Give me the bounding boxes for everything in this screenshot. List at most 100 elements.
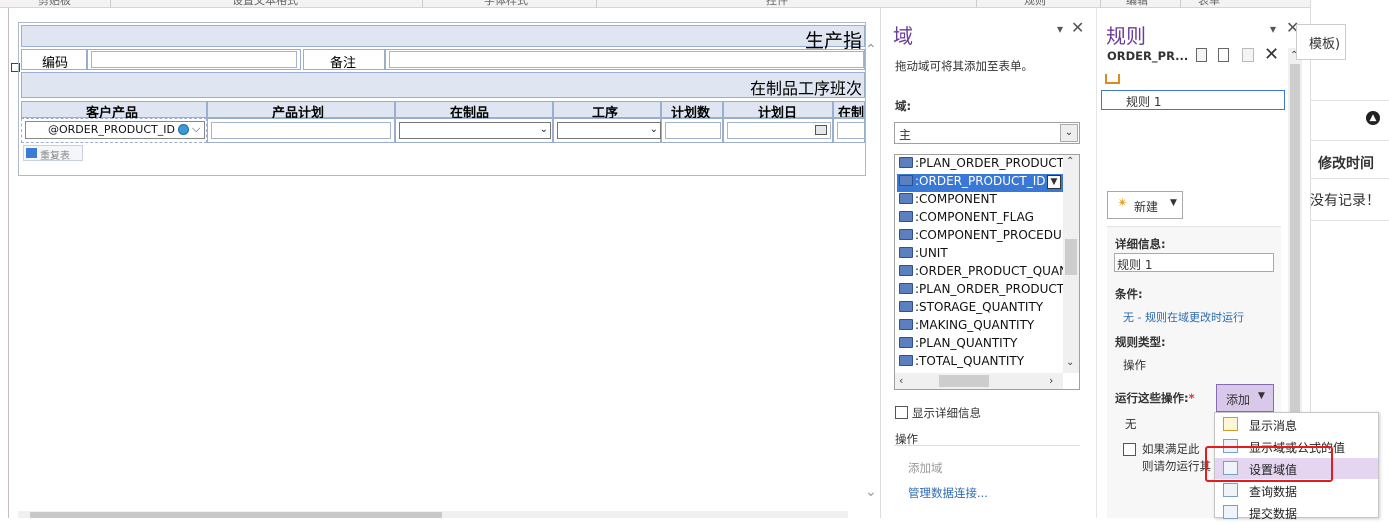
field-icon [899,211,913,222]
paste-rule-icon[interactable] [1218,48,1229,62]
wip-cell: ⌄ [395,118,553,143]
field-item[interactable]: :TOTAL_QUANTITY [899,354,1067,372]
chevron-down-icon[interactable]: ⌄ [865,484,877,500]
divider [894,445,1080,446]
dropdown-arrow-icon[interactable]: ▼ [1047,175,1061,189]
column-header-customer-product: 客户产品 [21,101,207,121]
rule-type-label: 规则类型: [1115,335,1166,349]
order-product-select[interactable]: @ORDER_PRODUCT_ID ⌵ [25,121,205,139]
field-list: :PLAN_ORDER_PRODUCT :ORDER_PRODUCT_ID ▼ :… [894,154,1080,390]
field-icon [899,175,913,186]
field-item[interactable]: :COMPONENT_FLAG [899,210,1067,228]
no-actions-text: 无 [1125,417,1137,431]
chevron-down-icon[interactable]: ⌄ [1066,357,1074,368]
ribbon-group-rules[interactable]: 规则 [1024,0,1046,7]
form-layout-table: 生产指 编码 备注 在制品工序班次 客户产品 产品计划 在制品 工序 计划数 计… [18,22,866,176]
copy-rule-icon[interactable] [1196,48,1207,62]
add-action-button[interactable]: 添加 ▼ [1216,384,1274,412]
pane-options-icon[interactable]: ▾ [1057,22,1063,36]
condition-label: 条件: [1115,287,1143,301]
add-field-link[interactable]: 添加域 [908,460,943,476]
ribbon-group-controls[interactable]: 控件 [766,0,788,7]
close-icon[interactable]: ✕ [1071,18,1084,37]
column-header-plan-date: 计划日 [723,101,833,121]
rule-list-item[interactable]: 规则 1 [1101,90,1285,110]
rule-name: 规则 1 [1126,95,1162,109]
scrollbar-thumb[interactable] [1065,239,1077,275]
ribbon-group-text-format[interactable]: 设置文本格式 [232,0,298,7]
chevron-right-icon[interactable]: › [1049,374,1053,387]
sparkle-icon: ✴ [1117,196,1128,211]
arrow-up-icon[interactable]: ▲ [1366,111,1380,125]
scrollbar-thumb[interactable] [30,512,442,518]
template-label: 模板) [1309,37,1341,52]
code-label: 编码 [42,56,69,71]
ribbon-group-edit[interactable]: 编辑 [1126,0,1148,7]
paste-disabled-icon[interactable] [1242,48,1254,62]
show-details-label: 显示详细信息 [912,406,981,420]
condition-link[interactable]: 无 - 规则在域更改时运行 [1123,309,1244,325]
new-rule-button[interactable]: ✴ 新建 ▼ [1107,191,1183,219]
field-item[interactable]: :ORDER_PRODUCT_QUAN [899,264,1067,282]
delete-rule-icon[interactable]: ✕ [1264,44,1279,65]
wip2-input[interactable] [837,122,864,139]
plan-date-picker[interactable] [727,122,831,139]
field-icon [899,265,913,276]
chevron-up-icon[interactable]: ⌃ [1066,156,1074,167]
field-source-select[interactable]: 主 ⌄ [894,122,1080,144]
scrollbar-thumb[interactable] [939,375,989,387]
menu-item-submit-data[interactable]: 提交数据 [1215,502,1378,523]
query-data-icon [1223,483,1238,497]
divider [1310,100,1389,101]
code-input[interactable] [91,51,297,68]
template-button[interactable]: 模板) [1296,24,1346,60]
menu-item-query-data[interactable]: 查询数据 [1215,480,1378,501]
process-select[interactable]: ⌄ [557,122,661,139]
plan-count-input[interactable] [665,122,721,139]
chevron-down-icon[interactable]: ⌵ [192,122,200,136]
note-input[interactable] [389,51,864,68]
plan-count-cell [661,118,723,143]
field-icon [899,355,913,366]
calendar-icon[interactable] [815,125,827,135]
chevron-left-icon[interactable]: ‹ [899,374,903,387]
field-item[interactable]: :PLAN_ORDER_PRODUCT [899,282,1067,300]
new-rule-label: 新建 [1134,200,1159,214]
repeating-table-tab[interactable]: 重复表 [23,145,83,162]
field-item[interactable]: :COMPONENT_PROCEDU [899,228,1067,246]
ribbon-group-form[interactable]: 表单 [1198,0,1220,7]
menu-item-show-message[interactable]: 显示消息 [1215,414,1378,435]
field-binding-icon [178,124,189,135]
manage-data-connections-link[interactable]: 管理数据连接... [908,485,988,501]
field-item[interactable]: :MAKING_QUANTITY [899,318,1067,336]
chevron-down-icon[interactable]: ⌄ [1060,124,1078,142]
divider [1310,220,1389,221]
field-item[interactable]: :PLAN_QUANTITY [899,336,1067,354]
column-header-plan-count: 计划数 [661,101,723,121]
field-icon [899,337,913,348]
field-item[interactable]: :PLAN_ORDER_PRODUCT [899,156,1067,174]
show-details-checkbox[interactable] [895,406,908,419]
field-item[interactable]: :STORAGE_QUANTITY [899,300,1067,318]
run-actions-label: 运行这些操作:* [1115,391,1195,405]
fields-pane-title: 域 [893,24,913,48]
field-icon [899,157,913,168]
field-source-label: 域: [895,99,912,113]
rule-name-input[interactable]: 规则 1 [1114,253,1274,272]
submit-data-icon [1223,505,1238,519]
ribbon-group-font-style[interactable]: 字体样式 [484,0,528,7]
customer-product-cell: @ORDER_PRODUCT_ID ⌵ [21,118,207,143]
section-title: 在制品工序班次 [749,79,862,98]
stop-rules-label-1: 如果满足此 [1142,442,1200,456]
field-item[interactable]: :COMPONENT [899,192,1067,210]
field-icon [899,301,913,312]
chevron-up-icon[interactable]: ⌃ [865,42,877,58]
pane-options-icon[interactable]: ▾ [1270,22,1276,36]
wip-select[interactable]: ⌄ [399,122,551,139]
product-plan-input[interactable] [211,122,391,139]
ribbon-group-clipboard[interactable]: 剪贴板 [38,0,71,7]
divider [1310,140,1389,141]
field-item-selected[interactable]: :ORDER_PRODUCT_ID ▼ [897,174,1063,192]
stop-rules-checkbox[interactable] [1123,443,1136,456]
field-item[interactable]: :UNIT [899,246,1067,264]
